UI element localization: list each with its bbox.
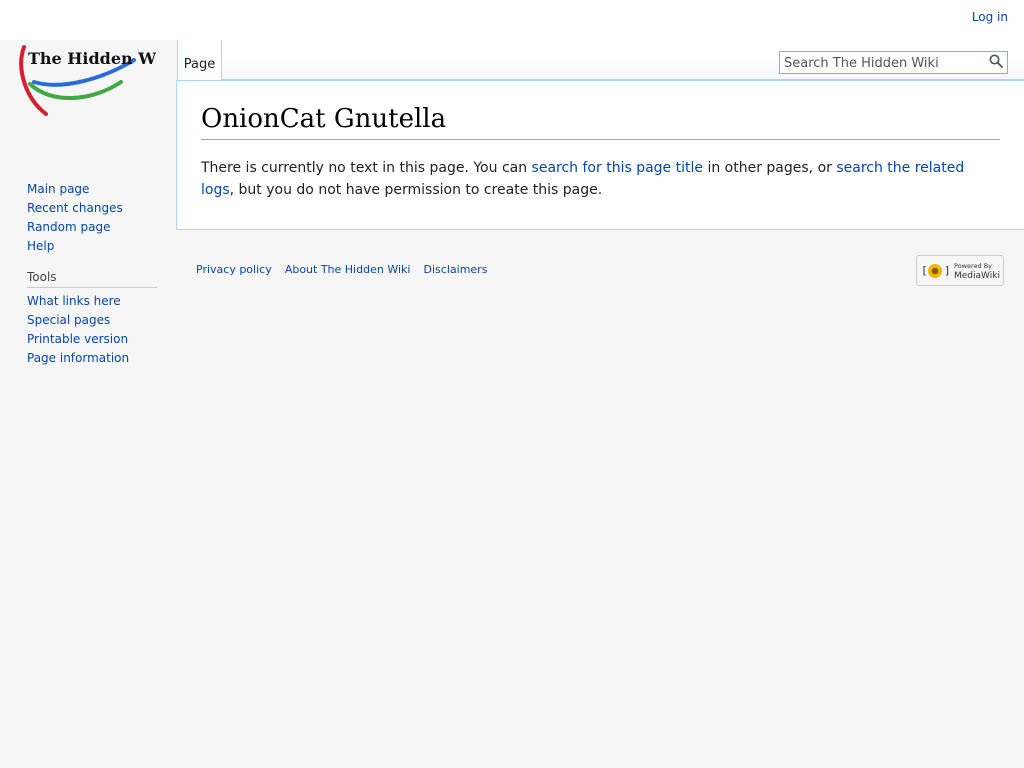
powered-by-mediawiki-badge[interactable]: [ ] Powered By MediaWiki — [916, 255, 1004, 286]
sidebar-item-page-information[interactable]: Page information — [27, 351, 129, 365]
page-title: OnionCat Gnutella — [201, 101, 1000, 140]
sidebar-item-what-links-here[interactable]: What links here — [27, 294, 121, 308]
search-icon — [989, 54, 1003, 68]
page-body-text: There is currently no text in this page.… — [201, 157, 1000, 201]
tab-page-label: Page — [183, 57, 216, 72]
bracket-left-icon: [ — [921, 264, 928, 277]
sidebar-item-printable-version[interactable]: Printable version — [27, 332, 128, 346]
search-button[interactable] — [985, 52, 1007, 73]
bracket-right-icon: ] — [944, 264, 951, 277]
body-text-part-3: , but you do not have permission to crea… — [229, 182, 603, 198]
powered-by-text: Powered By — [954, 262, 992, 270]
sidebar-item-help[interactable]: Help — [27, 239, 54, 253]
tab-page[interactable]: Page — [177, 40, 222, 80]
sidebar-item-special-pages[interactable]: Special pages — [27, 313, 110, 327]
site-logo[interactable]: The Hidden Wiki — [16, 44, 179, 118]
footer: Privacy policy About The Hidden Wiki Dis… — [196, 255, 1004, 286]
header-bar: Page — [177, 40, 1024, 80]
personal-tools-bar: Log in — [0, 0, 1024, 40]
body-text-part-1: There is currently no text in this page.… — [201, 160, 532, 176]
search-box — [779, 51, 1008, 74]
tools-heading: Tools — [27, 270, 157, 288]
sidebar-item-random-page[interactable]: Random page — [27, 220, 110, 234]
logo-text: The Hidden Wiki — [28, 49, 156, 68]
login-link[interactable]: Log in — [972, 10, 1008, 24]
navigation-list: Main page Recent changes Random page Hel… — [0, 180, 160, 256]
search-input[interactable] — [780, 53, 984, 74]
mediawiki-text: MediaWiki — [954, 271, 1000, 281]
body-text-part-2: in other pages, or — [703, 160, 837, 176]
footer-links: Privacy policy About The Hidden Wiki Dis… — [196, 258, 1004, 277]
sunflower-icon — [928, 264, 942, 278]
sidebar-item-main-page[interactable]: Main page — [27, 182, 89, 196]
footer-link-privacy-policy[interactable]: Privacy policy — [196, 263, 272, 276]
tools-list: What links here Special pages Printable … — [0, 292, 160, 368]
footer-link-about[interactable]: About The Hidden Wiki — [285, 263, 411, 276]
search-page-title-link[interactable]: search for this page title — [532, 160, 703, 176]
footer-link-disclaimers[interactable]: Disclaimers — [424, 263, 488, 276]
sidebar-item-recent-changes[interactable]: Recent changes — [27, 201, 123, 215]
main-content: OnionCat Gnutella There is currently no … — [176, 80, 1024, 230]
sidebar: Main page Recent changes Random page Hel… — [0, 180, 160, 368]
